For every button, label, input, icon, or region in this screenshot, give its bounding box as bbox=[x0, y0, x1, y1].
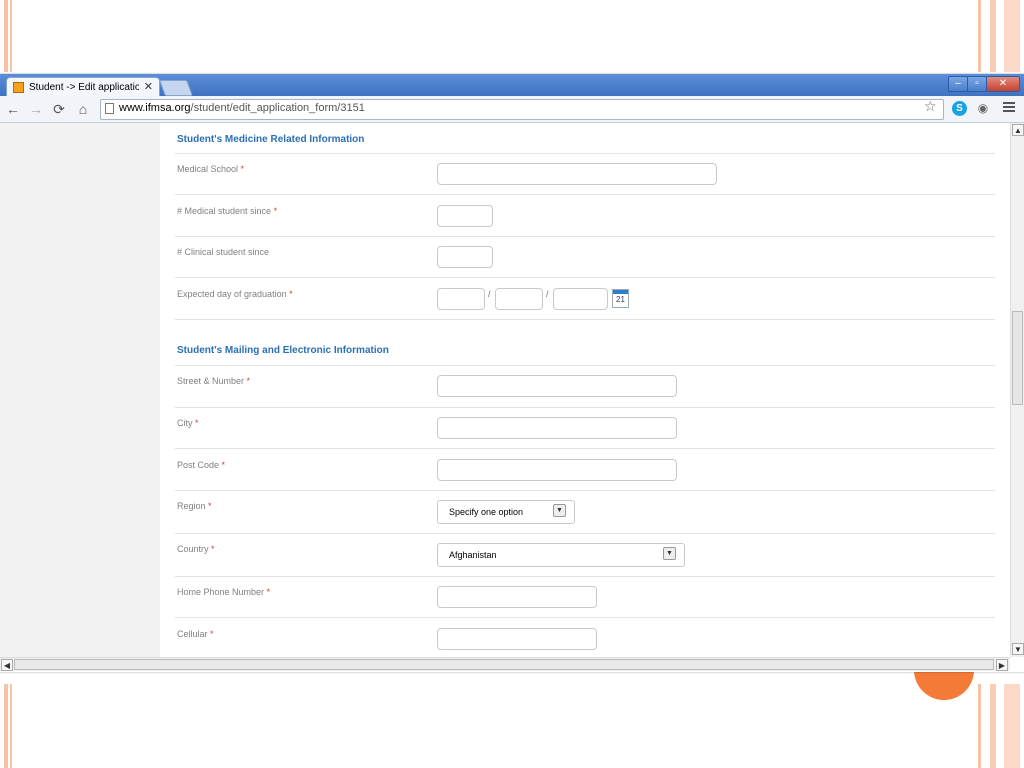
date-separator: / bbox=[488, 289, 491, 299]
slide-stripe-right-bottom-2 bbox=[990, 684, 996, 768]
reload-icon[interactable]: ⟳ bbox=[50, 100, 68, 118]
menu-icon[interactable] bbox=[1003, 102, 1015, 114]
slide-stripe-right bbox=[978, 0, 981, 72]
country-select[interactable]: Afghanistan ▼ bbox=[437, 543, 685, 567]
label-medical-school: Medical School * bbox=[177, 164, 245, 174]
url-path: /student/edit_application_form/3151 bbox=[190, 102, 365, 114]
slide-stripe-left-bottom bbox=[4, 684, 8, 768]
label-medical-since: # Medical student since * bbox=[177, 206, 278, 216]
slide-stripe-right-bottom-3 bbox=[1004, 684, 1020, 768]
scroll-up-icon[interactable]: ▲ bbox=[1012, 124, 1024, 136]
divider bbox=[175, 448, 995, 449]
vertical-scroll-thumb[interactable] bbox=[1012, 311, 1023, 405]
medical-since-input[interactable] bbox=[437, 205, 493, 227]
street-input[interactable] bbox=[437, 375, 677, 397]
browser-window: Student -> Edit application fo ✕ – ▫ ✕ ←… bbox=[0, 74, 1024, 672]
bookmark-star-icon[interactable]: ☆ bbox=[924, 98, 937, 115]
home-phone-input[interactable] bbox=[437, 586, 597, 608]
skype-extension-icon[interactable]: S bbox=[952, 101, 967, 116]
graduation-month-input[interactable] bbox=[495, 288, 543, 310]
clinical-since-input[interactable] bbox=[437, 246, 493, 268]
cellular-input[interactable] bbox=[437, 628, 597, 650]
horizontal-scrollbar[interactable]: ◀ ▶ bbox=[0, 657, 1010, 671]
browser-tab[interactable]: Student -> Edit application fo ✕ bbox=[6, 77, 160, 98]
address-bar[interactable]: www.ifmsa.org/student/edit_application_f… bbox=[100, 99, 944, 120]
graduation-year-input[interactable] bbox=[553, 288, 608, 310]
label-city: City * bbox=[177, 418, 199, 428]
chevron-down-icon: ▼ bbox=[663, 547, 676, 560]
slide-stripe-right-bottom bbox=[978, 684, 981, 768]
label-street: Street & Number * bbox=[177, 376, 251, 386]
region-selected: Specify one option bbox=[449, 507, 524, 517]
divider bbox=[175, 365, 995, 366]
favicon-icon bbox=[13, 82, 24, 93]
horizontal-scroll-thumb[interactable] bbox=[14, 659, 994, 670]
close-window-button[interactable]: ✕ bbox=[986, 76, 1020, 92]
tab-title: Student -> Edit application fo bbox=[29, 82, 139, 93]
url-host: www.ifmsa.org bbox=[119, 102, 191, 114]
slide-stripe-right-2 bbox=[990, 0, 996, 72]
label-region: Region * bbox=[177, 501, 212, 511]
slide-stripe-left-bottom-2 bbox=[10, 684, 12, 768]
browser-toolbar: ← → ⟳ ⌂ www.ifmsa.org/student/edit_appli… bbox=[0, 96, 1024, 123]
divider bbox=[175, 153, 995, 154]
region-select[interactable]: Specify one option ▼ bbox=[437, 500, 575, 524]
vertical-scrollbar[interactable]: ▲ ▼ bbox=[1010, 123, 1024, 657]
new-tab-button[interactable] bbox=[159, 80, 193, 96]
label-cellular: Cellular * bbox=[177, 629, 214, 639]
forward-icon[interactable]: → bbox=[27, 100, 45, 118]
divider bbox=[175, 617, 995, 618]
divider bbox=[175, 576, 995, 577]
minimize-button[interactable]: – bbox=[948, 76, 968, 92]
city-input[interactable] bbox=[437, 417, 677, 439]
scroll-down-icon[interactable]: ▼ bbox=[1012, 643, 1024, 655]
chevron-down-icon: ▼ bbox=[553, 504, 566, 517]
divider bbox=[175, 490, 995, 491]
divider bbox=[175, 277, 995, 278]
section-title-mailing: Student's Mailing and Electronic Informa… bbox=[177, 345, 389, 356]
country-selected: Afghanistan bbox=[449, 550, 497, 560]
divider bbox=[175, 533, 995, 534]
label-postcode: Post Code * bbox=[177, 460, 226, 470]
home-icon[interactable]: ⌂ bbox=[74, 100, 92, 118]
divider bbox=[175, 407, 995, 408]
slide-stripe-left bbox=[4, 0, 8, 72]
url-text: www.ifmsa.org/student/edit_application_f… bbox=[119, 102, 365, 114]
eye-extension-icon[interactable]: ◉ bbox=[975, 101, 991, 116]
page-icon bbox=[105, 103, 114, 114]
page-content: Student's Medicine Related Information M… bbox=[0, 123, 1010, 657]
tab-close-icon[interactable]: ✕ bbox=[144, 78, 153, 97]
divider bbox=[175, 236, 995, 237]
slide-stripe-left-2 bbox=[10, 0, 12, 72]
back-icon[interactable]: ← bbox=[4, 100, 22, 118]
maximize-button[interactable]: ▫ bbox=[967, 76, 987, 92]
calendar-icon[interactable]: 21 bbox=[612, 289, 629, 308]
label-graduation: Expected day of graduation * bbox=[177, 289, 293, 299]
divider bbox=[175, 319, 995, 320]
label-home-phone: Home Phone Number * bbox=[177, 587, 271, 597]
label-country: Country * bbox=[177, 544, 215, 554]
date-separator: / bbox=[546, 289, 549, 299]
application-form: Student's Medicine Related Information M… bbox=[160, 123, 1010, 657]
postcode-input[interactable] bbox=[437, 459, 677, 481]
scroll-right-icon[interactable]: ▶ bbox=[996, 659, 1008, 671]
graduation-day-input[interactable] bbox=[437, 288, 485, 310]
title-bar: Student -> Edit application fo ✕ – ▫ ✕ bbox=[0, 74, 1024, 98]
label-clinical-since: # Clinical student since bbox=[177, 247, 270, 257]
slide-stripe-right-3 bbox=[1004, 0, 1020, 72]
divider bbox=[175, 194, 995, 195]
medical-school-input[interactable] bbox=[437, 163, 717, 185]
scroll-left-icon[interactable]: ◀ bbox=[1, 659, 13, 671]
section-title-medicine: Student's Medicine Related Information bbox=[177, 134, 365, 145]
